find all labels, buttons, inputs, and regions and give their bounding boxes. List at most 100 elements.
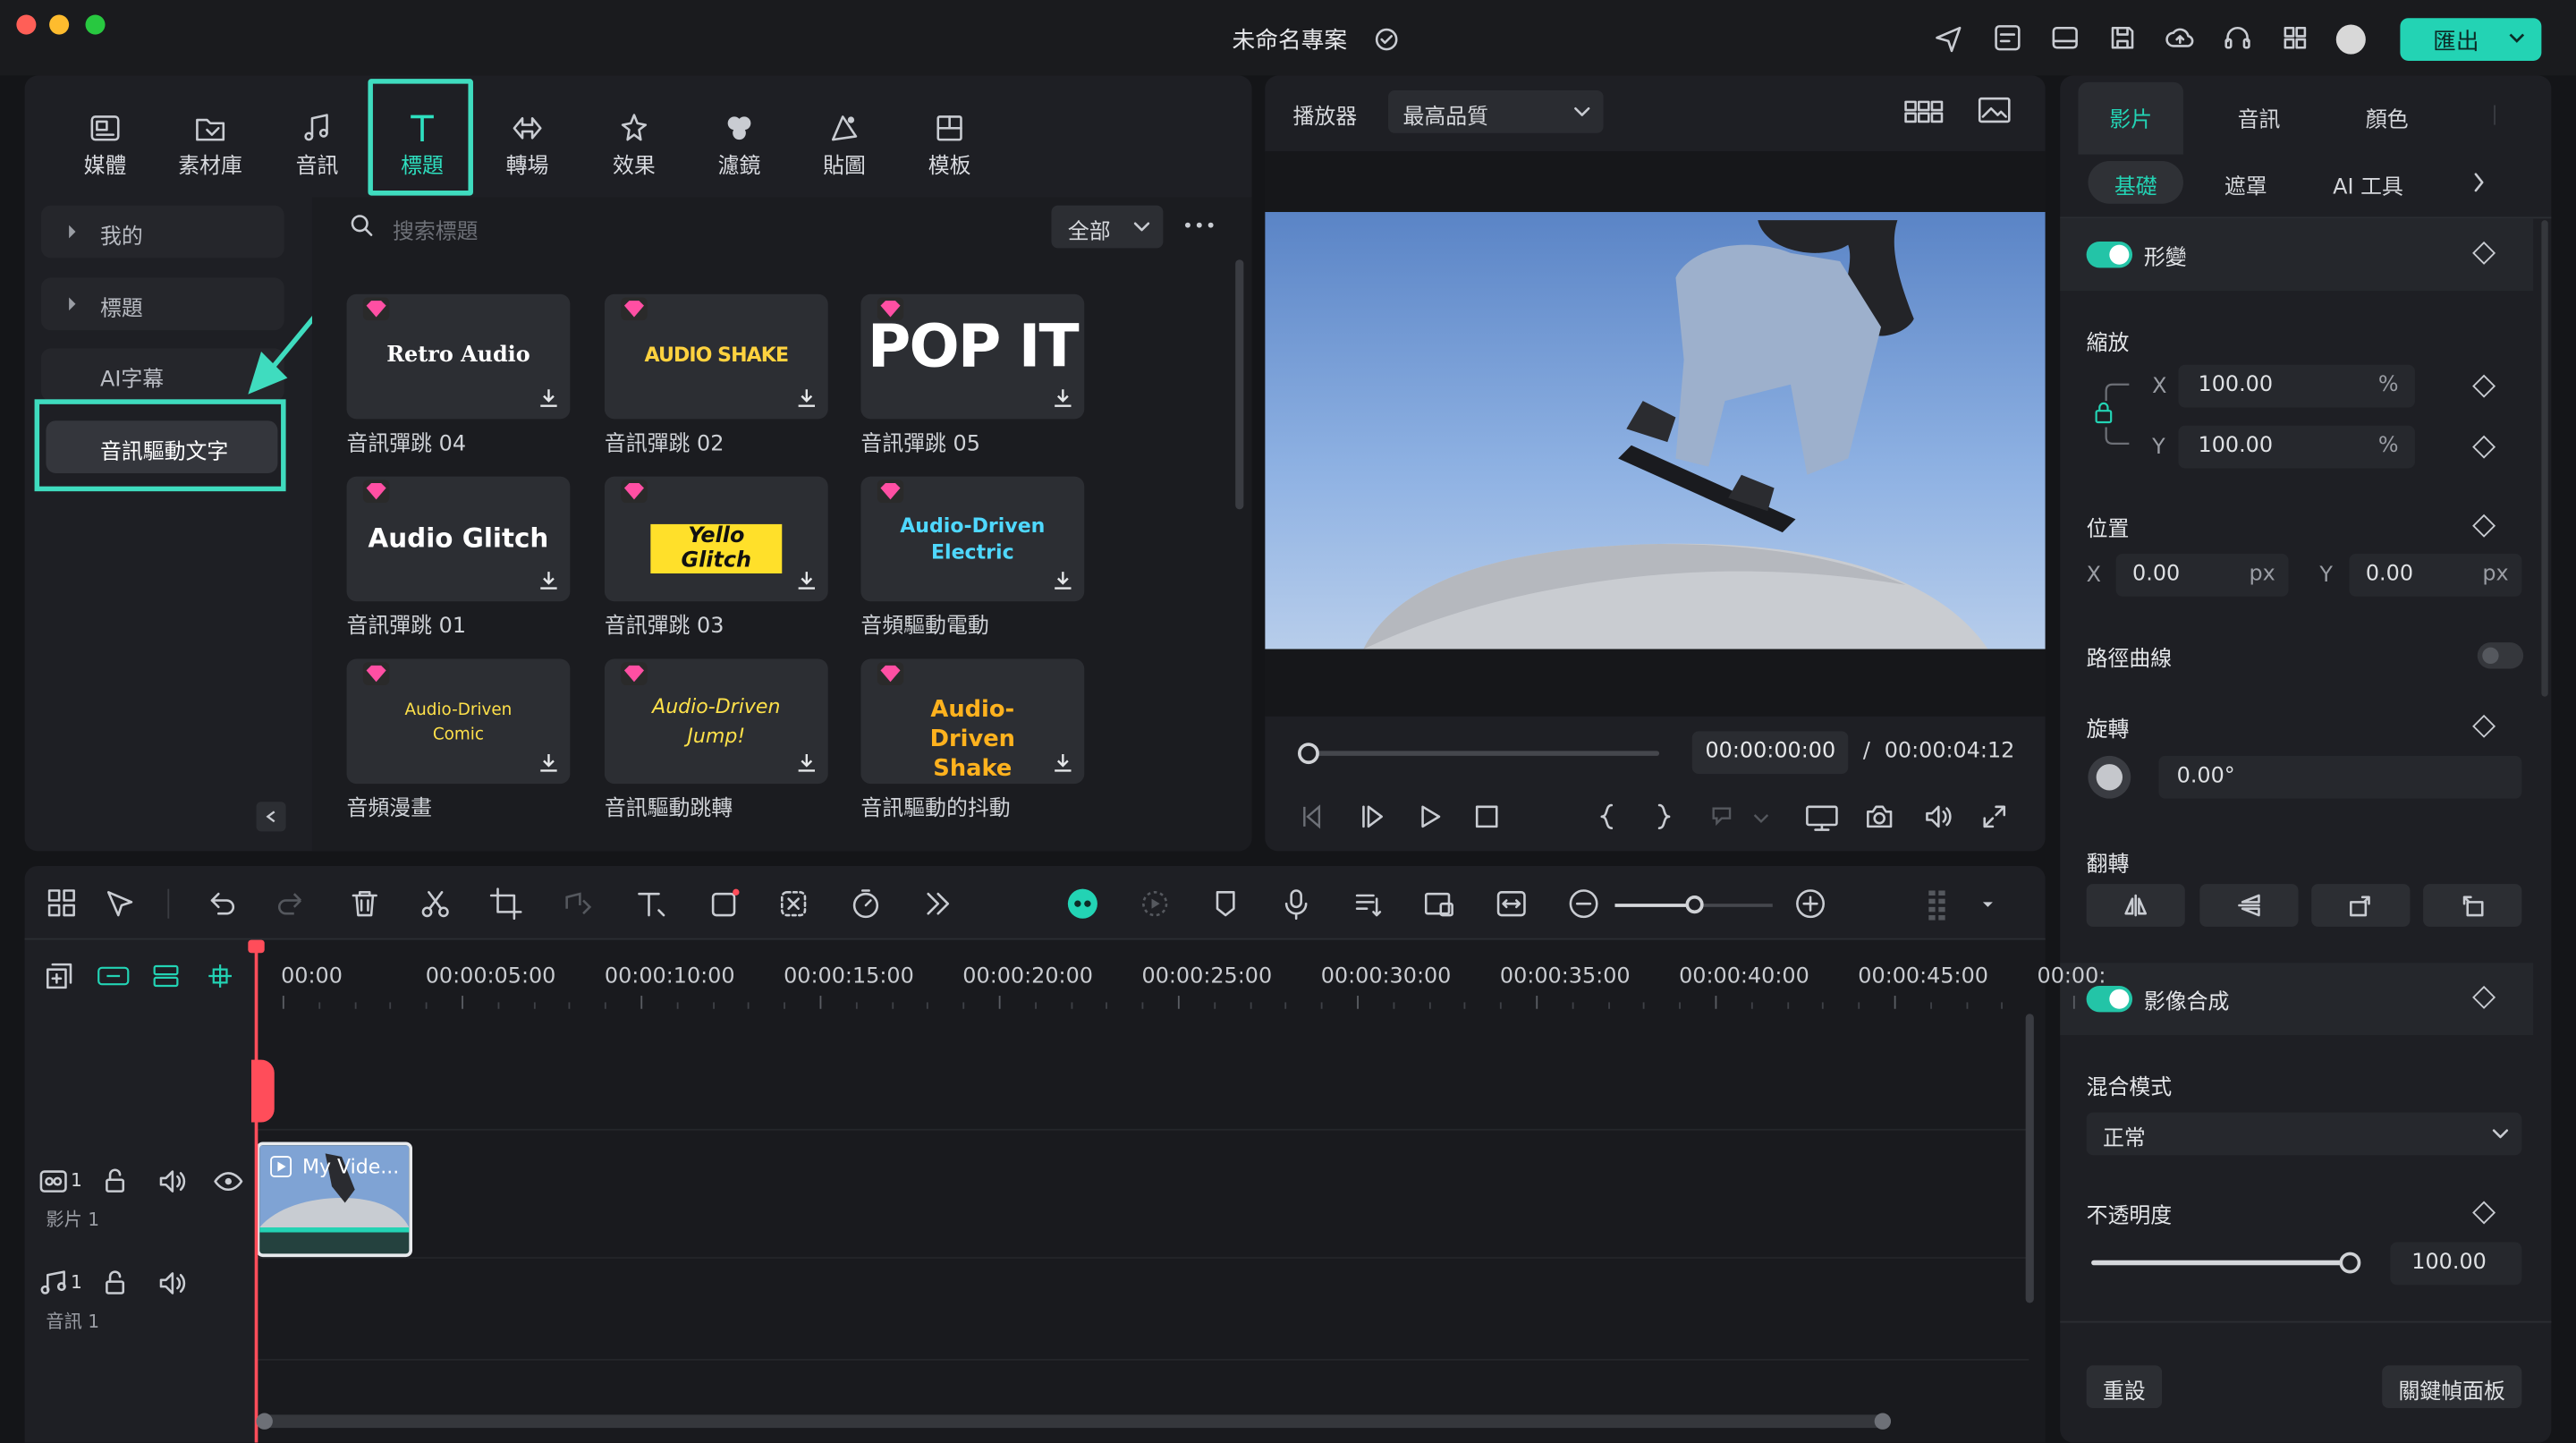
redo-icon[interactable] (275, 887, 308, 923)
download-icon[interactable] (1051, 568, 1074, 591)
lock-ratio-icon[interactable] (2089, 375, 2132, 454)
mark-in-icon[interactable] (1597, 803, 1616, 829)
flip-horizontal-button[interactable] (2086, 884, 2185, 927)
lock-open-icon[interactable] (102, 1168, 128, 1194)
keyframe-diamond-icon[interactable] (2472, 714, 2496, 738)
chevron-down-icon[interactable] (1753, 813, 1769, 825)
keyframe-diamond-icon[interactable] (2472, 374, 2496, 398)
track-layout-icon[interactable] (151, 961, 181, 990)
subtab-mask[interactable]: 遮罩 (2224, 169, 2267, 201)
transform-toggle[interactable] (2086, 241, 2133, 268)
rotate-dial[interactable] (2088, 755, 2131, 799)
layout-grid-icon[interactable] (46, 887, 79, 923)
maximize-window-button[interactable] (85, 14, 106, 35)
text-tool-icon[interactable] (634, 887, 667, 923)
list-doc-icon[interactable] (1993, 23, 2022, 53)
title-template-card[interactable]: POP IT (860, 293, 1085, 420)
sidebar-item-audio-driven-text[interactable]: 音訊驅動文字 (46, 420, 278, 473)
ai-mascot-icon[interactable] (1066, 887, 1099, 923)
tab-video[interactable]: 影片 (2109, 102, 2152, 133)
split-scissors-icon[interactable] (419, 887, 452, 923)
previous-frame-icon[interactable] (1300, 803, 1326, 829)
download-icon[interactable] (795, 568, 818, 591)
compositing-toggle[interactable] (2086, 986, 2133, 1013)
rotate-cw-button[interactable] (2311, 884, 2411, 927)
tab-sticker[interactable]: 貼圖 (799, 106, 891, 188)
link-clips-icon[interactable] (97, 961, 130, 990)
headset-icon[interactable] (2223, 23, 2252, 53)
rotate-field[interactable]: 0.00° (2158, 755, 2522, 799)
display-monitor-icon[interactable] (1806, 803, 1839, 833)
mark-out-icon[interactable] (1655, 803, 1674, 829)
snap-magnet-icon[interactable] (206, 961, 235, 990)
motion-track-icon[interactable] (1139, 887, 1172, 923)
download-icon[interactable] (1051, 751, 1074, 774)
play-icon[interactable] (1416, 803, 1442, 829)
tab-media[interactable]: 媒體 (59, 106, 151, 188)
audio-edit-icon[interactable] (560, 887, 593, 923)
audio-stretch-icon[interactable] (1352, 887, 1385, 923)
export-button[interactable]: 匯出 (2400, 18, 2542, 61)
blend-mode-dropdown[interactable]: 正常 (2086, 1112, 2522, 1156)
opacity-slider-track[interactable] (2091, 1260, 2351, 1266)
layout-icon[interactable] (2050, 23, 2080, 53)
grid-view-icon[interactable] (1904, 98, 1944, 124)
playback-progress-track[interactable] (1308, 751, 1660, 756)
title-template-card[interactable]: Yello Glitch (604, 476, 828, 602)
tab-music-note[interactable]: 音訊 (271, 106, 363, 188)
save-icon[interactable] (2107, 23, 2137, 53)
subtab-basic[interactable]: 基礎 (2114, 169, 2157, 201)
eye-icon[interactable] (214, 1168, 243, 1194)
zoom-out-icon[interactable] (1567, 887, 1600, 923)
title-template-card[interactable]: Audio Glitch (346, 476, 571, 602)
tab-transition[interactable]: 轉場 (481, 106, 573, 188)
delete-trash-icon[interactable] (348, 887, 381, 923)
playback-scrubber-handle[interactable] (1297, 743, 1319, 765)
download-icon[interactable] (795, 751, 818, 774)
tab-template[interactable]: 模板 (903, 106, 996, 188)
crop-icon[interactable] (489, 887, 522, 923)
grid-apps-icon[interactable] (2280, 23, 2309, 53)
microphone-icon[interactable] (1280, 887, 1313, 923)
track-volume-icon[interactable] (157, 1168, 187, 1194)
undo-icon[interactable] (206, 887, 239, 923)
scale-x-field[interactable]: 100.00 % (2178, 364, 2415, 408)
add-track-icon[interactable] (45, 961, 74, 990)
title-template-card[interactable]: Audio-Driven Shake (860, 658, 1085, 785)
camera-snapshot-icon[interactable] (1865, 803, 1894, 829)
subtab-ai-tools[interactable]: AI 工具 (2333, 169, 2403, 201)
timeline-vertical-scrollbar[interactable] (2025, 1014, 2034, 1303)
keyframe-diamond-icon[interactable] (2472, 1201, 2496, 1225)
title-template-card[interactable]: Retro Audio (346, 293, 571, 420)
scale-y-field[interactable]: 100.00 % (2178, 425, 2415, 469)
opacity-field[interactable]: 100.00 (2390, 1242, 2522, 1286)
position-x-field[interactable]: 0.00 px (2115, 553, 2289, 597)
fullscreen-icon[interactable] (1981, 803, 2007, 829)
chevron-down-icon[interactable] (1973, 887, 2006, 923)
ai-cutout-icon[interactable] (777, 887, 810, 923)
keyframe-diamond-icon[interactable] (2472, 514, 2496, 538)
tab-stock-library[interactable]: 素材庫 (165, 106, 257, 188)
collapse-sidebar-button[interactable] (256, 802, 286, 832)
avatar[interactable] (2335, 24, 2366, 55)
snapshot-image-icon[interactable] (1978, 96, 2011, 125)
title-template-card[interactable]: Audio-Driven Electric (860, 476, 1085, 602)
minimize-window-button[interactable] (49, 14, 70, 35)
insert-marker-icon[interactable] (1708, 803, 1734, 829)
quality-dropdown[interactable]: 最高品質 (1388, 90, 1604, 133)
download-icon[interactable] (795, 386, 818, 410)
opacity-slider-handle[interactable] (2339, 1252, 2361, 1274)
keyframe-panel-button[interactable]: 關鍵幀面板 (2382, 1365, 2522, 1409)
zoom-in-icon[interactable] (1794, 887, 1827, 923)
hscroll-left-handle[interactable] (256, 1413, 273, 1430)
title-template-card[interactable]: AUDIO SHAKE (604, 293, 828, 420)
volume-icon[interactable] (1924, 803, 1953, 829)
download-icon[interactable] (1051, 386, 1074, 410)
reset-button[interactable]: 重設 (2086, 1365, 2163, 1409)
playhead-tab[interactable] (251, 1059, 275, 1123)
track-volume-icon[interactable] (157, 1270, 187, 1296)
close-window-button[interactable] (16, 14, 37, 35)
properties-scrollbar[interactable] (2541, 220, 2548, 697)
flip-vertical-button[interactable] (2199, 884, 2299, 927)
timeline-horizontal-scrollbar[interactable] (258, 1414, 1892, 1429)
